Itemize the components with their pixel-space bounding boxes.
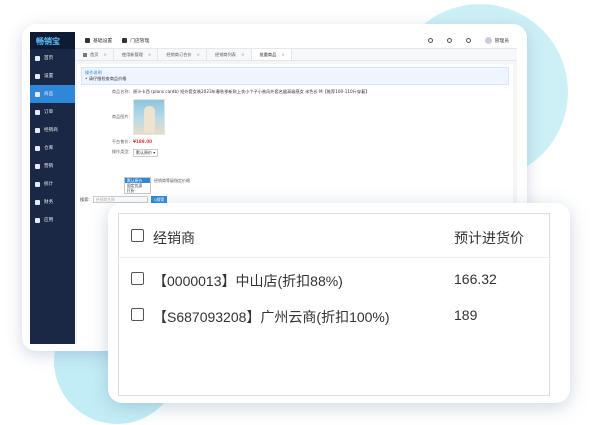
gear-icon (35, 73, 40, 79)
tab-label: 经销商订合价 (166, 51, 192, 57)
tip-box: 操作说明 • 请仔细检查商品价格 (81, 67, 509, 85)
product-name-row: 商品名称: 原汁卡西 (plans cardb) 短外套女装2023年春秋季新款… (81, 89, 509, 95)
tab-dealer-list[interactable]: 经销商列表 × (207, 49, 252, 60)
tab-dealer-price[interactable]: 经销商订合价 × (158, 49, 208, 60)
sidebar-item-label: 仓库 (44, 146, 54, 151)
sidebar-item-label: 统计 (44, 182, 54, 187)
home-icon (83, 52, 87, 57)
table-header: 经销商 预计进货价 (119, 214, 551, 258)
search-input[interactable]: 经销商名称 (92, 196, 148, 203)
product-image-row: 商品图片: (81, 99, 509, 135)
sidebar-item-settings[interactable]: 设置 (30, 67, 75, 85)
price-label: 平台售价: (111, 139, 130, 144)
table-row: 【0000013】中山店(折扣88%) 166.32 (119, 258, 551, 294)
dealer-price-card: 经销商 预计进货价 【0000013】中山店(折扣88%) 166.32 【S6… (108, 203, 570, 403)
app-logo: 畅销宝 (30, 32, 75, 49)
close-icon[interactable]: × (103, 52, 107, 57)
sidebar-item-label: 应用 (44, 218, 54, 223)
sidebar-item-label: 营销 (44, 164, 54, 169)
tip-text: • 请仔细检查商品价格 (85, 76, 127, 81)
sidebar-item-label: 订单 (44, 110, 54, 115)
finance-icon (35, 199, 40, 205)
product-image-label: 商品图片: (111, 114, 130, 119)
store-icon (122, 37, 128, 43)
warehouse-icon (35, 145, 40, 151)
dealer-column-header: 经销商 (153, 230, 195, 246)
tab-home[interactable]: 首页 × (75, 49, 114, 60)
sidebar-item-home[interactable]: 首页 (30, 49, 75, 67)
dealer-cell: 【0000013】中山店(折扣88%) (153, 273, 343, 289)
type-selected-value: 默认原价 (136, 150, 152, 155)
tab-bar: 首页 × 使用新管理 × 经销商订合价 × 经销商列表 × 批量商品 × (75, 49, 517, 61)
sidebar-item-apps[interactable]: 应用 (30, 211, 75, 229)
select-all-checkbox[interactable] (131, 229, 144, 242)
apps-icon (35, 217, 40, 223)
price-value: ¥189.00 (133, 139, 153, 144)
power-icon[interactable] (465, 37, 471, 43)
sidebar-item-label: 商品 (44, 92, 54, 97)
sidebar-item-orders[interactable]: 订单 (30, 103, 75, 121)
price-row: 平台售价: ¥189.00 (81, 139, 509, 145)
tab-label: 使用新管理 (121, 51, 143, 57)
type-dropdown: 默认原价 固定优惠 打折 (124, 177, 151, 194)
search-label: 搜索: (80, 196, 90, 202)
dropdown-option[interactable]: 打折 (125, 188, 150, 193)
sidebar-item-dealers[interactable]: 经销商 (30, 121, 75, 139)
sidebar-item-warehouse[interactable]: 仓库 (30, 139, 75, 157)
eye-icon[interactable] (446, 37, 452, 43)
product-image (133, 99, 165, 135)
basic-settings-link[interactable]: 基础设置 (85, 37, 112, 44)
gear-icon (85, 37, 90, 43)
type-description: 经销商等级指定价格 (154, 178, 190, 183)
sidebar-item-products[interactable]: 商品 (30, 85, 75, 103)
table-row: 【S687093208】广州云商(折扣100%) 189 (119, 294, 551, 330)
price-column-header: 预计进货价 (454, 230, 524, 246)
avatar[interactable] (484, 36, 492, 44)
sidebar-item-label: 经销商 (44, 128, 58, 133)
tab-label: 首页 (90, 51, 99, 57)
basic-settings-label: 基础设置 (93, 38, 113, 44)
store-management-label: 门店管理 (130, 38, 150, 44)
sidebar-item-finance[interactable]: 财务 (30, 193, 75, 211)
close-icon[interactable]: × (197, 52, 201, 57)
marketing-icon (35, 163, 40, 169)
tab-label: 经销商列表 (215, 51, 236, 57)
sidebar-item-label: 设置 (44, 74, 54, 79)
close-icon[interactable]: × (241, 52, 245, 57)
type-row: 操作类型: 默认原价 ▾ (81, 149, 509, 157)
row-checkbox[interactable] (131, 272, 144, 285)
user-name[interactable]: 管理员 (495, 37, 509, 44)
box-icon (35, 91, 40, 97)
top-bar-actions: 管理员 (414, 36, 509, 44)
product-name-label: 商品名称: (111, 89, 130, 94)
close-icon[interactable]: × (148, 52, 152, 57)
sidebar-item-label: 首页 (44, 56, 54, 61)
dealer-cell: 【S687093208】广州云商(折扣100%) (153, 309, 390, 325)
search-button[interactable]: Q搜索 (150, 196, 168, 203)
sidebar-item-label: 财务 (44, 200, 54, 205)
row-checkbox[interactable] (131, 308, 144, 321)
top-bar: 基础设置 门店管理 管理员 (75, 32, 517, 49)
store-management-link[interactable]: 门店管理 (122, 37, 149, 44)
type-select[interactable]: 默认原价 ▾ (133, 149, 159, 157)
monitor-icon (35, 55, 40, 61)
tab-new-management[interactable]: 使用新管理 × (114, 49, 159, 60)
sidebar-item-statistics[interactable]: 统计 (30, 175, 75, 193)
tab-label: 批量商品 (259, 51, 277, 57)
tab-batch-products[interactable]: 批量商品 × (251, 49, 292, 60)
dealer-price-table: 经销商 预计进货价 【0000013】中山店(折扣88%) 166.32 【S6… (118, 213, 551, 396)
close-icon[interactable]: × (281, 52, 285, 57)
price-cell: 189 (454, 307, 478, 323)
cart-icon (35, 109, 40, 115)
product-name-value: 原汁卡西 (plans cardb) 短外套女装2023年春秋季新款上衣小个子小… (133, 89, 370, 94)
search-row: 搜索: 经销商名称 Q搜索 (80, 196, 168, 203)
sidebar: 畅销宝 首页 设置 商品 订单 经销商 仓库 营销 统计 财务 应用 (30, 32, 75, 344)
sidebar-item-marketing[interactable]: 营销 (30, 157, 75, 175)
user-icon (35, 127, 40, 133)
bell-icon[interactable] (427, 37, 433, 43)
type-label: 操作类型: (111, 149, 130, 154)
chart-icon (35, 181, 40, 187)
price-cell: 166.32 (454, 271, 497, 287)
